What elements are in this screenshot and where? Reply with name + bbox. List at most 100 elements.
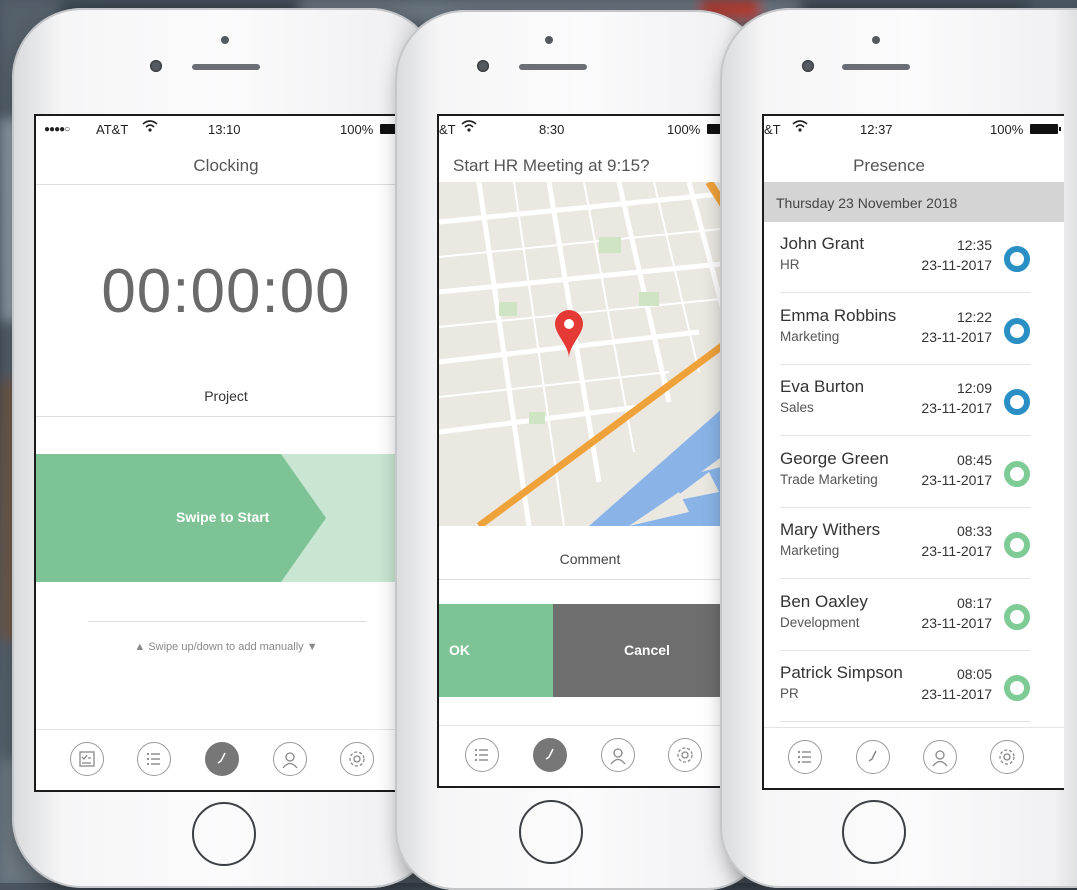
date-header: Thursday 23 November 2018 <box>764 182 1064 222</box>
wifi-icon <box>792 119 808 136</box>
battery-label: 100% <box>667 122 701 137</box>
status-bar: &T 8:30 100% <box>439 116 741 140</box>
clock-icon[interactable] <box>856 740 890 774</box>
front-sensor <box>545 36 553 44</box>
status-indicator-icon <box>1004 532 1030 558</box>
wifi-icon <box>142 119 158 136</box>
person-name: George Green <box>780 448 889 468</box>
battery-label: 100% <box>340 122 374 137</box>
check-in-time: 12:09 <box>956 380 992 396</box>
carrier-label: &T <box>439 122 456 137</box>
presence-row[interactable]: Eva Burton Sales 12:09 23-11-2017 <box>764 365 1064 436</box>
phone-meeting: &T 8:30 100% Start HR Meeting at 9:15? C… <box>395 10 767 890</box>
page-title: Clocking <box>193 156 259 175</box>
home-button[interactable] <box>519 800 583 864</box>
person-department: HR <box>780 257 800 272</box>
check-in-date: 23-11-2017 <box>921 614 992 631</box>
gear-icon[interactable] <box>990 740 1024 774</box>
battery-icon <box>1030 124 1061 134</box>
check-in-date: 23-11-2017 <box>921 257 992 273</box>
front-camera <box>150 60 162 72</box>
presence-row[interactable]: Mary Withers Marketing 08:33 23-11-2017 <box>764 508 1064 579</box>
phone-clocking: ●●●●○ AT&T 13:10 100% Clocking 00:00:00 … <box>12 8 440 888</box>
status-indicator-icon <box>1004 460 1030 487</box>
person-name: Mary Withers <box>780 520 881 539</box>
presence-row[interactable]: Emma Robbins Marketing 12:22 23-11-2017 <box>764 294 1064 365</box>
status-indicator-icon <box>1004 389 1030 415</box>
screen-meeting: &T 8:30 100% Start HR Meeting at 9:15? C… <box>437 114 743 788</box>
gear-icon[interactable] <box>668 738 702 772</box>
project-field[interactable]: Project <box>36 388 416 404</box>
person-name: John Grant <box>780 234 865 253</box>
carrier-label: AT&T <box>96 122 129 137</box>
person-department: Marketing <box>780 543 840 558</box>
clock-icon[interactable] <box>205 742 239 776</box>
status-time: 8:30 <box>539 122 565 137</box>
screen-presence: &T 12:37 100% Presence Thursday 23 Novem… <box>762 114 1064 790</box>
tab-bar <box>36 729 416 790</box>
front-camera <box>477 60 489 72</box>
list-icon[interactable] <box>465 738 499 772</box>
check-in-date: 23-11-2017 <box>921 328 992 345</box>
timer-display: 00:00:00 <box>101 257 351 326</box>
status-bar: ●●●●○ AT&T 13:10 100% <box>36 116 416 140</box>
status-time: 13:10 <box>208 122 241 137</box>
carrier-label: &T <box>764 122 781 137</box>
manual-entry-hint[interactable]: ▲ Swipe up/down to add manually ▼ <box>36 641 416 653</box>
clock-icon[interactable] <box>533 738 567 772</box>
check-in-date: 23-11-2017 <box>921 400 992 416</box>
person-department: Marketing <box>780 328 840 344</box>
ok-button[interactable]: OK <box>439 604 553 697</box>
person-department: Trade Marketing <box>780 471 878 487</box>
swipe-label: Swipe to Start <box>176 509 270 525</box>
presence-row[interactable]: Ben Oaxley Development 08:17 23-11-2017 <box>764 580 1064 651</box>
check-in-time: 08:33 <box>956 523 992 539</box>
person-department: Development <box>780 614 860 630</box>
home-button[interactable] <box>192 802 256 866</box>
checklist-icon[interactable] <box>70 742 104 776</box>
status-indicator-icon <box>1004 675 1030 701</box>
screen-clocking: ●●●●○ AT&T 13:10 100% Clocking 00:00:00 … <box>34 114 418 792</box>
divider <box>439 579 741 580</box>
earpiece <box>192 64 260 70</box>
gear-icon[interactable] <box>340 742 374 776</box>
row-divider <box>780 721 1030 722</box>
ok-label: OK <box>449 642 470 658</box>
signal-indicator: ●●●●○ <box>44 124 70 135</box>
check-in-date: 23-11-2017 <box>921 686 992 702</box>
cancel-button[interactable]: Cancel <box>553 604 741 697</box>
divider <box>88 621 366 622</box>
status-time: 12:37 <box>860 122 893 137</box>
location-map[interactable] <box>439 182 741 526</box>
presence-row[interactable]: George Green Trade Marketing 08:45 23-11-20… <box>764 437 1064 508</box>
divider <box>36 184 416 185</box>
presence-row[interactable]: John Grant HR 12:35 23-11-2017 <box>764 222 1064 293</box>
person-name: Eva Burton <box>780 377 865 396</box>
battery-label: 100% <box>990 122 1024 137</box>
person-department: Sales <box>780 400 814 415</box>
person-icon[interactable] <box>601 738 635 772</box>
front-camera <box>802 60 814 72</box>
list-icon[interactable] <box>137 742 171 776</box>
person-name: Patrick Simpson <box>780 663 903 682</box>
check-in-date: 23-11-2017 <box>921 543 992 559</box>
earpiece <box>519 64 587 70</box>
person-name: Ben Oaxley <box>780 591 868 611</box>
tab-bar <box>764 727 1064 788</box>
phone-presence: &T 12:37 100% Presence Thursday 23 Novem… <box>720 8 1077 888</box>
list-icon[interactable] <box>788 740 822 774</box>
person-name: Emma Robbins <box>780 305 897 325</box>
presence-row[interactable]: Patrick Simpson PR 08:05 23-11-2017 <box>764 651 1064 722</box>
status-indicator-icon <box>1004 317 1030 344</box>
status-bar: &T 12:37 100% <box>764 116 1064 140</box>
earpiece <box>842 64 910 70</box>
tab-bar <box>439 725 741 786</box>
person-icon[interactable] <box>273 742 307 776</box>
status-indicator-icon <box>1004 603 1030 630</box>
person-department: PR <box>780 686 799 701</box>
comment-field[interactable]: Comment <box>439 551 741 567</box>
check-in-time: 12:35 <box>956 237 992 253</box>
check-in-time: 08:45 <box>956 451 992 468</box>
home-button[interactable] <box>842 800 906 864</box>
person-icon[interactable] <box>923 740 957 774</box>
